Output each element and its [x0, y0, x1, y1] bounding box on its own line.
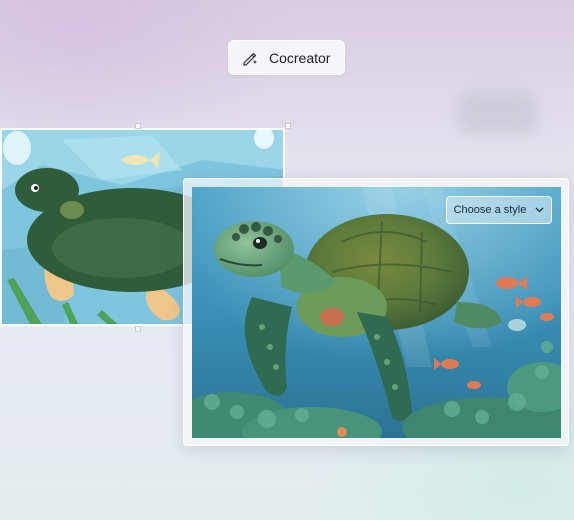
generated-image-card: Choose a style [183, 178, 569, 446]
chevron-down-icon [535, 207, 544, 213]
pen-sparkle-icon [243, 52, 257, 66]
cocreator-button[interactable]: Cocreator [228, 40, 345, 75]
resize-handle-bottom-middle[interactable] [135, 326, 141, 332]
generated-turtle-image[interactable] [192, 187, 561, 438]
cocreator-label: Cocreator [269, 49, 331, 66]
turtle-artwork [192, 187, 561, 438]
resize-handle-top-right[interactable] [285, 123, 291, 129]
resize-handle-top-middle[interactable] [135, 123, 141, 129]
choose-style-dropdown[interactable]: Choose a style [446, 196, 552, 224]
choose-style-label: Choose a style [453, 204, 527, 216]
blurred-element [458, 92, 536, 134]
